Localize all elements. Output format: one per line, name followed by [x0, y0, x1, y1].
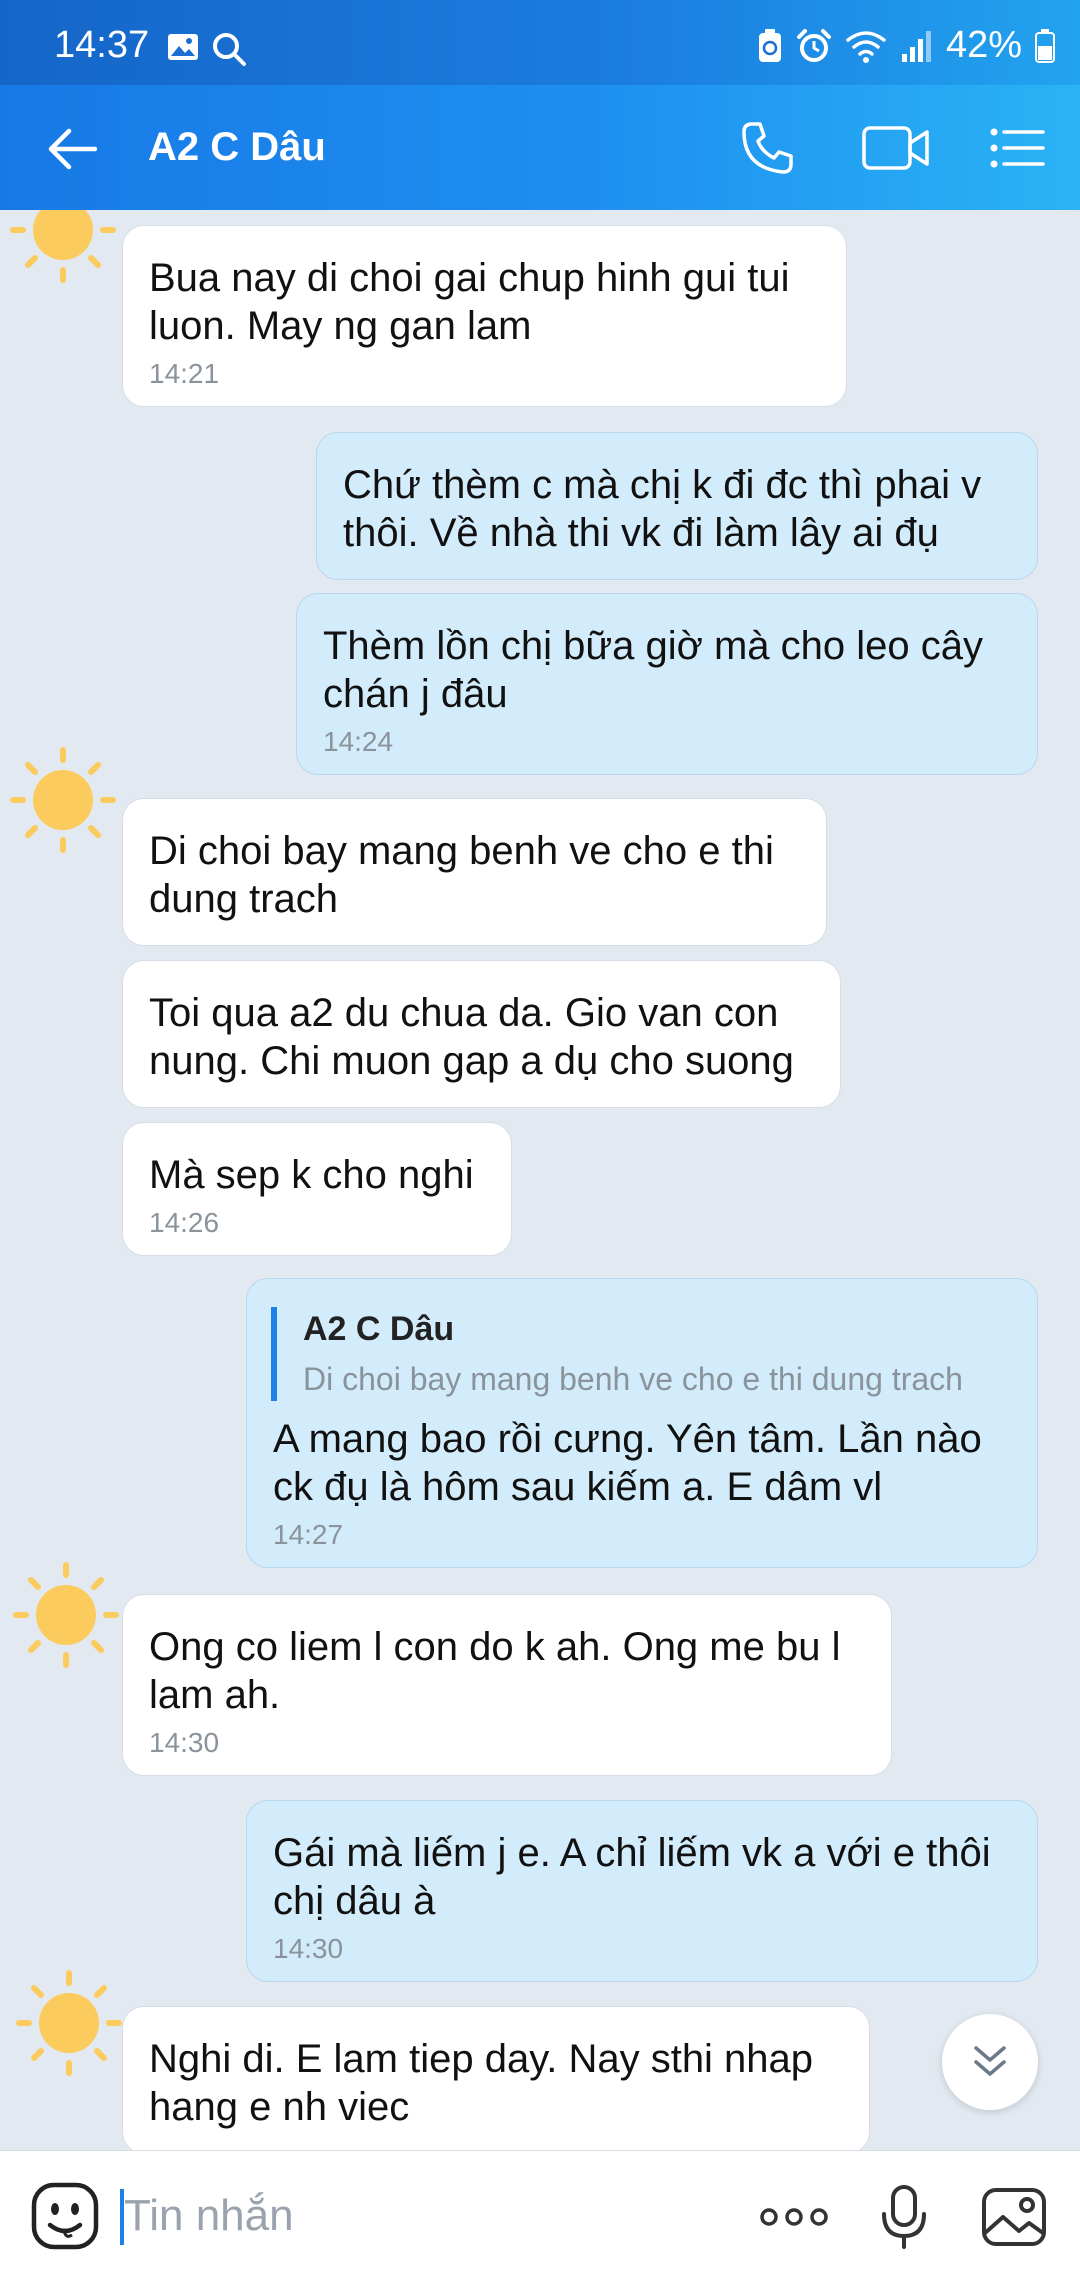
scroll-to-bottom-button[interactable] — [942, 2014, 1038, 2110]
message-bubble-incoming[interactable]: Di choi bay mang benh ve cho e thi dung … — [122, 798, 827, 946]
chat-title[interactable]: A2 C Dâu — [148, 125, 326, 170]
message-bubble-outgoing[interactable]: Thèm lồn chị bữa giờ mà cho leo cây chán… — [296, 593, 1038, 775]
battery-percent: 42% — [945, 24, 1022, 66]
message-list[interactable]: Bua nay di choi gai chup hinh gui tui lu… — [0, 210, 1080, 2150]
more-dots-icon — [760, 2208, 828, 2226]
message-time: 14:26 — [149, 1207, 220, 1238]
message-text: Gái mà liếm j e. A chỉ liếm vk a với e t… — [273, 1831, 991, 1923]
voice-message-button[interactable] — [866, 2179, 942, 2255]
quoted-message[interactable]: A2 C Dâu Di choi bay mang benh ve cho e … — [271, 1307, 1011, 1401]
signal-icon — [901, 30, 931, 62]
wifi-icon — [846, 30, 886, 63]
more-options-button[interactable] — [756, 2179, 832, 2255]
message-bubble-incoming[interactable]: Toi qua a2 du chua da. Gio van con nung.… — [122, 960, 841, 1108]
message-bubble-outgoing[interactable]: Chứ thèm c mà chị k đi đc thì phai v thô… — [316, 432, 1038, 580]
message-text: Di choi bay mang benh ve cho e thi dung … — [149, 829, 774, 921]
list-menu-icon — [990, 128, 1045, 168]
message-text: Mà sep k cho nghi — [149, 1153, 474, 1197]
message-time: 14:27 — [273, 1519, 344, 1550]
status-notification-icons — [166, 30, 248, 68]
message-text: Thèm lồn chị bữa giờ mà cho leo cây chán… — [323, 624, 983, 716]
message-time: 14:21 — [149, 358, 220, 389]
image-icon — [982, 2188, 1046, 2246]
message-text: Chứ thèm c mà chị k đi đc thì phai v thô… — [343, 463, 982, 555]
message-text: Nghi di. E lam tiep day. Nay sthi nhap h… — [149, 2037, 814, 2129]
message-text: A mang bao rồi cưng. Yên tâm. Lần nào ck… — [273, 1417, 982, 1509]
status-bar: 14:37 42% — [0, 0, 1080, 85]
message-bubble-outgoing[interactable]: Gái mà liếm j e. A chỉ liếm vk a với e t… — [246, 1800, 1038, 1982]
status-system-icons: 42% — [756, 24, 1056, 67]
alarm-icon — [796, 28, 831, 62]
video-call-button[interactable] — [858, 115, 934, 181]
message-time: 14:24 — [323, 726, 394, 757]
contact-avatar[interactable] — [6, 1555, 126, 1675]
chat-header: A2 C Dâu — [0, 85, 1080, 210]
contact-avatar[interactable] — [3, 740, 123, 860]
message-bubble-incoming[interactable]: Nghi di. E lam tiep day. Nay sthi nhap h… — [122, 2006, 870, 2150]
quoted-text: Di choi bay mang benh ve cho e thi dung … — [303, 1361, 963, 1397]
video-camera-icon — [862, 126, 929, 170]
back-arrow-icon — [48, 128, 97, 170]
double-chevron-down-icon — [974, 2046, 1006, 2076]
message-text: Bua nay di choi gai chup hinh gui tui lu… — [149, 256, 790, 348]
battery-saver-icon — [758, 28, 781, 62]
chat-options-button[interactable] — [984, 115, 1050, 181]
message-bubble-incoming[interactable]: Ong co liem l con do k ah. Ong me bu l l… — [122, 1594, 892, 1776]
contact-avatar[interactable] — [9, 1963, 129, 2083]
message-time: 14:30 — [273, 1933, 344, 1964]
message-time: 14:30 — [149, 1727, 220, 1758]
quoted-sender: A2 C Dâu — [303, 1310, 455, 1348]
phone-icon — [742, 122, 793, 174]
voice-call-button[interactable] — [735, 115, 801, 181]
message-composer — [0, 2150, 1080, 2280]
message-text: Toi qua a2 du chua da. Gio van con nung.… — [149, 991, 794, 1083]
message-bubble-incoming[interactable]: Bua nay di choi gai chup hinh gui tui lu… — [122, 225, 847, 407]
message-text: Ong co liem l con do k ah. Ong me bu l l… — [149, 1625, 841, 1717]
back-button[interactable] — [40, 117, 104, 181]
message-input[interactable] — [124, 2181, 724, 2251]
send-image-button[interactable] — [976, 2179, 1052, 2255]
search-notification-icon — [213, 33, 246, 66]
contact-avatar[interactable] — [3, 210, 123, 290]
microphone-icon — [882, 2185, 926, 2249]
battery-icon — [1035, 28, 1055, 63]
sticker-emoji-icon[interactable] — [30, 2181, 100, 2251]
message-bubble-incoming[interactable]: Mà sep k cho nghi 14:26 — [122, 1122, 512, 1256]
message-bubble-outgoing-reply[interactable]: A2 C Dâu Di choi bay mang benh ve cho e … — [246, 1278, 1038, 1568]
gallery-notification-icon — [168, 34, 198, 60]
status-time: 14:37 — [54, 24, 150, 66]
